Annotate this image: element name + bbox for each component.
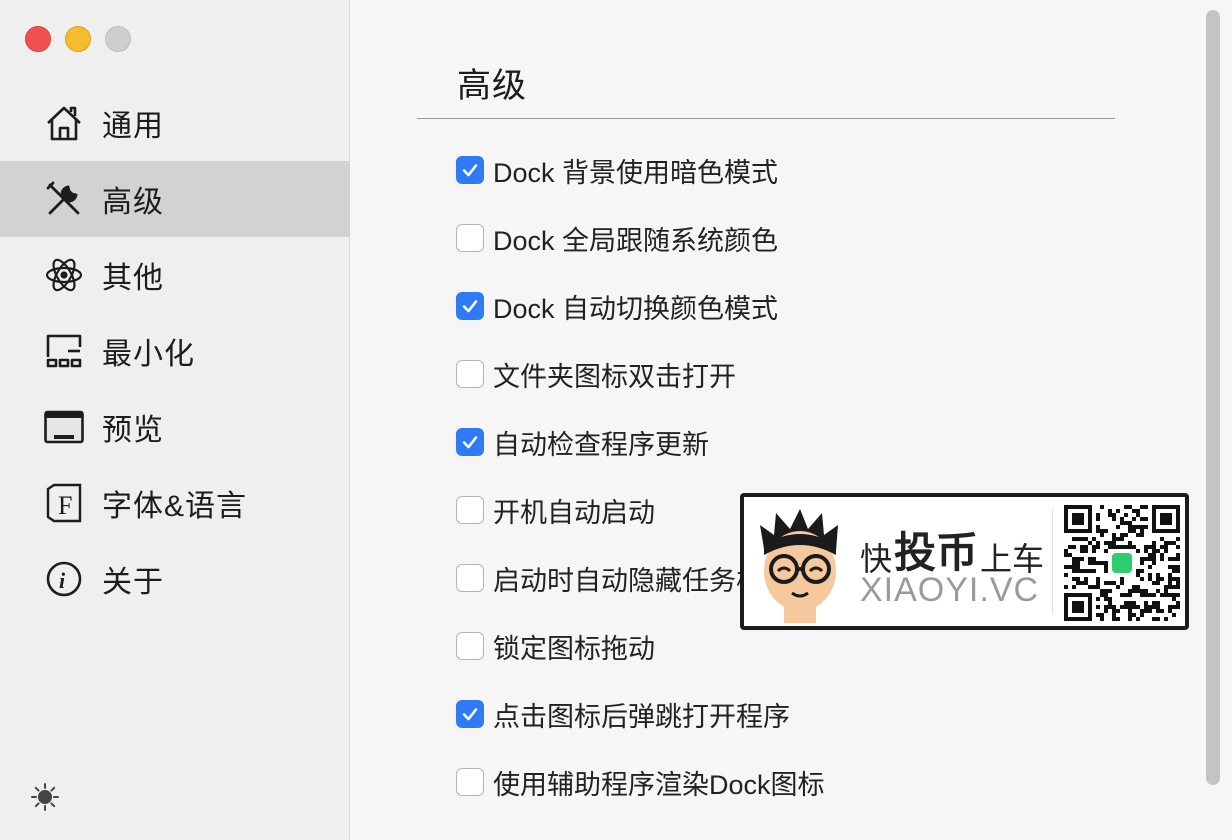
option-row[interactable]: Dock 自动切换颜色模式 [456, 272, 1176, 340]
option-label: 点击图标后弹跳打开程序 [493, 701, 790, 732]
option-row[interactable]: 自动检查程序更新 [456, 408, 1176, 476]
checkmark-icon [462, 436, 478, 449]
checkbox[interactable] [456, 156, 484, 184]
tools-icon [44, 179, 84, 219]
scrollbar[interactable] [1206, 10, 1220, 785]
checkbox[interactable] [456, 496, 484, 524]
option-label: 自动检查程序更新 [493, 429, 709, 460]
checkbox[interactable] [456, 360, 484, 388]
option-row[interactable]: 使用辅助程序渲染Dock图标 [456, 748, 1176, 816]
checkmark-icon [462, 300, 478, 313]
cartoon-avatar [750, 505, 850, 623]
sidebar-item-label: 其他 [102, 262, 164, 295]
sidebar-nav: 通用 高级 其他 最小化 预览 F 字体&语言 i 关于 [0, 85, 350, 617]
option-label: 开机自动启动 [493, 497, 655, 528]
sidebar-item-about[interactable]: i 关于 [0, 541, 350, 617]
watermark-banner: 快 投币 上车 XIAOYI.VC [740, 493, 1189, 630]
option-label: Dock 背景使用暗色模式 [493, 157, 779, 188]
option-label: 使用辅助程序渲染Dock图标 [493, 769, 825, 800]
sidebar-item-label: 通用 [102, 110, 164, 143]
option-row[interactable]: Dock 全局跟随系统颜色 [456, 204, 1176, 272]
window-controls [25, 26, 131, 52]
options-list: Dock 背景使用暗色模式 Dock 全局跟随系统颜色 Dock 自动切换颜色模式文… [456, 136, 1176, 816]
sidebar: 通用 高级 其他 最小化 预览 F 字体&语言 i 关于 [0, 0, 350, 840]
option-label: 文件夹图标双击打开 [493, 361, 736, 392]
brightness-icon[interactable] [30, 782, 60, 812]
minimize-icon [44, 331, 84, 371]
zoom-button[interactable] [105, 26, 131, 52]
page-title: 高级 [457, 67, 527, 105]
svg-text:i: i [59, 568, 66, 593]
sidebar-item-preview[interactable]: 预览 [0, 389, 350, 465]
title-divider [417, 118, 1115, 119]
sidebar-item-label: 关于 [102, 566, 164, 599]
option-label: Dock 全局跟随系统颜色 [493, 225, 779, 256]
sidebar-item-label: 预览 [102, 414, 164, 447]
preferences-window: 通用 高级 其他 最小化 预览 F 字体&语言 i 关于 高级 Dock 背景使… [0, 0, 1232, 840]
watermark-divider [1052, 509, 1053, 614]
atom-icon [44, 255, 84, 295]
checkbox[interactable] [456, 224, 484, 252]
svg-text:F: F [58, 491, 72, 520]
font-icon: F [44, 483, 84, 523]
sidebar-item-general[interactable]: 通用 [0, 85, 350, 161]
option-row[interactable]: 点击图标后弹跳打开程序 [456, 680, 1176, 748]
checkbox[interactable] [456, 428, 484, 456]
info-icon: i [44, 559, 84, 599]
checkbox[interactable] [456, 564, 484, 592]
option-label: 锁定图标拖动 [493, 633, 655, 664]
house-icon [44, 103, 84, 143]
checkmark-icon [462, 708, 478, 721]
main-panel: 高级 Dock 背景使用暗色模式 Dock 全局跟随系统颜色 Dock 自动切换颜色… [351, 0, 1232, 840]
checkbox[interactable] [456, 292, 484, 320]
option-row[interactable]: 文件夹图标双击打开 [456, 340, 1176, 408]
checkbox[interactable] [456, 632, 484, 660]
sidebar-item-advanced[interactable]: 高级 [0, 161, 350, 237]
checkbox[interactable] [456, 768, 484, 796]
option-row[interactable]: Dock 背景使用暗色模式 [456, 136, 1176, 204]
watermark-url: XIAOYI.VC [860, 571, 1040, 609]
checkmark-icon [462, 164, 478, 177]
option-label: 启动时自动隐藏任务栏 [493, 565, 763, 596]
preview-icon [44, 407, 84, 447]
close-button[interactable] [25, 26, 51, 52]
sidebar-item-other[interactable]: 其他 [0, 237, 350, 313]
sidebar-item-label: 高级 [102, 186, 164, 219]
checkbox[interactable] [456, 700, 484, 728]
sidebar-item-minimize[interactable]: 最小化 [0, 313, 350, 389]
minimize-button[interactable] [65, 26, 91, 52]
sidebar-item-label: 最小化 [102, 338, 195, 371]
option-label: Dock 自动切换颜色模式 [493, 293, 779, 324]
sidebar-item-label: 字体&语言 [102, 490, 248, 523]
sidebar-item-font-language[interactable]: F 字体&语言 [0, 465, 350, 541]
qr-code-icon [1064, 505, 1180, 621]
